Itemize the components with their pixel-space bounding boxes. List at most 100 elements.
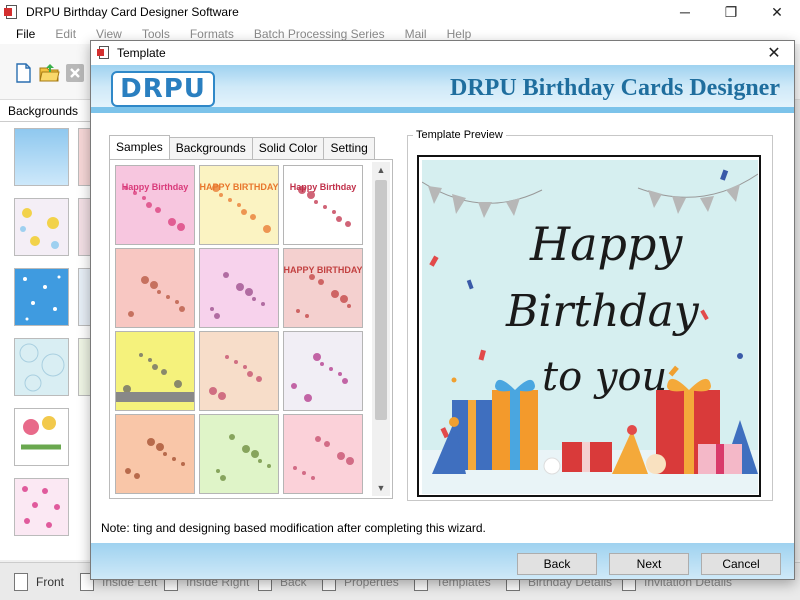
sample-template-thumb[interactable]: [283, 414, 363, 494]
dialog-icon: [97, 46, 111, 60]
next-button[interactable]: Next: [609, 553, 689, 575]
background-thumb[interactable]: [14, 128, 69, 186]
sample-decoration: [150, 281, 158, 289]
scroll-thumb[interactable]: [375, 180, 387, 420]
sample-template-thumb[interactable]: [115, 414, 195, 494]
menu-help[interactable]: Help: [437, 27, 482, 41]
sample-label: HAPPY BIRTHDAY: [200, 182, 278, 192]
menu-tools[interactable]: Tools: [132, 27, 180, 41]
sample-decoration: [340, 295, 348, 303]
sample-decoration: [307, 191, 315, 199]
app-title: DRPU Birthday Card Designer Software: [26, 5, 239, 19]
menu-file[interactable]: File: [6, 27, 45, 41]
sample-decoration: [258, 459, 262, 463]
sample-template-thumb[interactable]: Happy Birthday: [283, 165, 363, 245]
sample-decoration: [228, 198, 232, 202]
sample-template-thumb[interactable]: HAPPY BIRTHDAY: [283, 248, 363, 328]
samples-scrollbar[interactable]: ▲ ▼: [372, 162, 390, 496]
sample-template-thumb[interactable]: [283, 331, 363, 411]
template-preview-label: Template Preview: [413, 129, 506, 141]
backgrounds-panel-title: Backgrounds: [0, 100, 91, 122]
dialog-close-icon[interactable]: ✕: [762, 41, 786, 65]
scroll-up-icon[interactable]: ▲: [372, 162, 390, 178]
sample-template-thumb[interactable]: [115, 331, 195, 411]
new-file-icon[interactable]: [12, 62, 34, 84]
sample-template-thumb[interactable]: [199, 248, 279, 328]
sample-decoration: [302, 471, 306, 475]
sample-decoration: [219, 193, 223, 197]
menu-edit[interactable]: Edit: [45, 27, 86, 41]
sample-decoration: [267, 464, 271, 468]
sample-decoration: [245, 288, 253, 296]
sample-decoration: [152, 364, 158, 370]
tab-label: Front: [36, 575, 65, 589]
tab-front[interactable]: Front: [14, 571, 64, 593]
greeting-line-2: Birthday: [505, 286, 700, 337]
sample-decoration: [134, 473, 140, 479]
sample-decoration: [237, 203, 241, 207]
sample-decoration: [174, 380, 182, 388]
cancel-button[interactable]: Cancel: [701, 553, 781, 575]
backgrounds-panel: Backgrounds: [0, 100, 92, 560]
sample-template-thumb[interactable]: Happy Birthday: [115, 165, 195, 245]
template-preview: Happy Birthday to you: [417, 155, 761, 497]
sample-artwork: [216, 434, 271, 481]
menu-mail[interactable]: Mail: [395, 27, 437, 41]
sample-decoration: [296, 309, 300, 313]
close-icon[interactable]: ✕: [754, 0, 800, 24]
open-folder-icon[interactable]: [38, 62, 60, 84]
background-thumb[interactable]: [14, 338, 69, 396]
banner-stripe: [91, 107, 794, 113]
sample-label: Happy Birthday: [122, 182, 189, 192]
menu-view[interactable]: View: [86, 27, 132, 41]
sample-decoration: [220, 475, 226, 481]
sample-decoration: [116, 392, 194, 402]
sample-decoration: [243, 365, 247, 369]
menu-formats[interactable]: Formats: [180, 27, 244, 41]
maximize-icon[interactable]: ❐: [708, 0, 754, 24]
scroll-down-icon[interactable]: ▼: [372, 480, 390, 496]
sample-template-thumb[interactable]: [199, 414, 279, 494]
sample-decoration: [315, 436, 321, 442]
app-icon: [4, 4, 20, 20]
sample-artwork: [210, 272, 265, 319]
sample-template-thumb[interactable]: [199, 331, 279, 411]
sample-decoration: [251, 450, 259, 458]
sample-artwork: [209, 355, 262, 400]
close-file-icon[interactable]: [64, 62, 86, 84]
sample-decoration: [263, 225, 271, 233]
tab-samples[interactable]: Samples: [109, 135, 170, 159]
menu-batch-processing[interactable]: Batch Processing Series: [244, 27, 395, 41]
sample-decoration: [242, 445, 250, 453]
sample-artwork: [128, 276, 185, 317]
sample-artwork: HAPPY BIRTHDAY: [284, 265, 362, 318]
sample-decoration: [261, 302, 265, 306]
sample-decoration: [305, 314, 309, 318]
sample-decoration: [236, 283, 244, 291]
sample-artwork: [293, 436, 354, 480]
sample-decoration: [313, 353, 321, 361]
tab-setting[interactable]: Setting: [323, 137, 375, 159]
background-thumb[interactable]: [14, 268, 69, 326]
sample-decoration: [142, 196, 146, 200]
template-tabs: Samples Backgrounds Solid Color Setting: [109, 135, 375, 159]
sample-decoration: [125, 468, 131, 474]
sample-artwork: HAPPY BIRTHDAY: [200, 182, 278, 233]
tab-solid-color[interactable]: Solid Color: [251, 137, 325, 159]
dialog-titlebar: Template ✕: [91, 41, 794, 65]
sample-decoration: [163, 452, 167, 456]
sample-decoration: [331, 290, 339, 298]
background-thumb[interactable]: [14, 198, 69, 256]
sample-template-thumb[interactable]: HAPPY BIRTHDAY: [199, 165, 279, 245]
background-thumb[interactable]: [14, 408, 69, 466]
background-thumb[interactable]: [14, 478, 69, 536]
tab-backgrounds[interactable]: Backgrounds: [168, 137, 253, 159]
back-button[interactable]: Back: [517, 553, 597, 575]
sample-decoration: [179, 306, 185, 312]
banner-title: DRPU Birthday Cards Designer: [450, 75, 780, 101]
sample-decoration: [323, 205, 327, 209]
sample-template-thumb[interactable]: [115, 248, 195, 328]
sample-decoration: [210, 307, 214, 311]
minimize-icon[interactable]: ─: [662, 0, 708, 24]
sample-decoration: [346, 457, 354, 465]
